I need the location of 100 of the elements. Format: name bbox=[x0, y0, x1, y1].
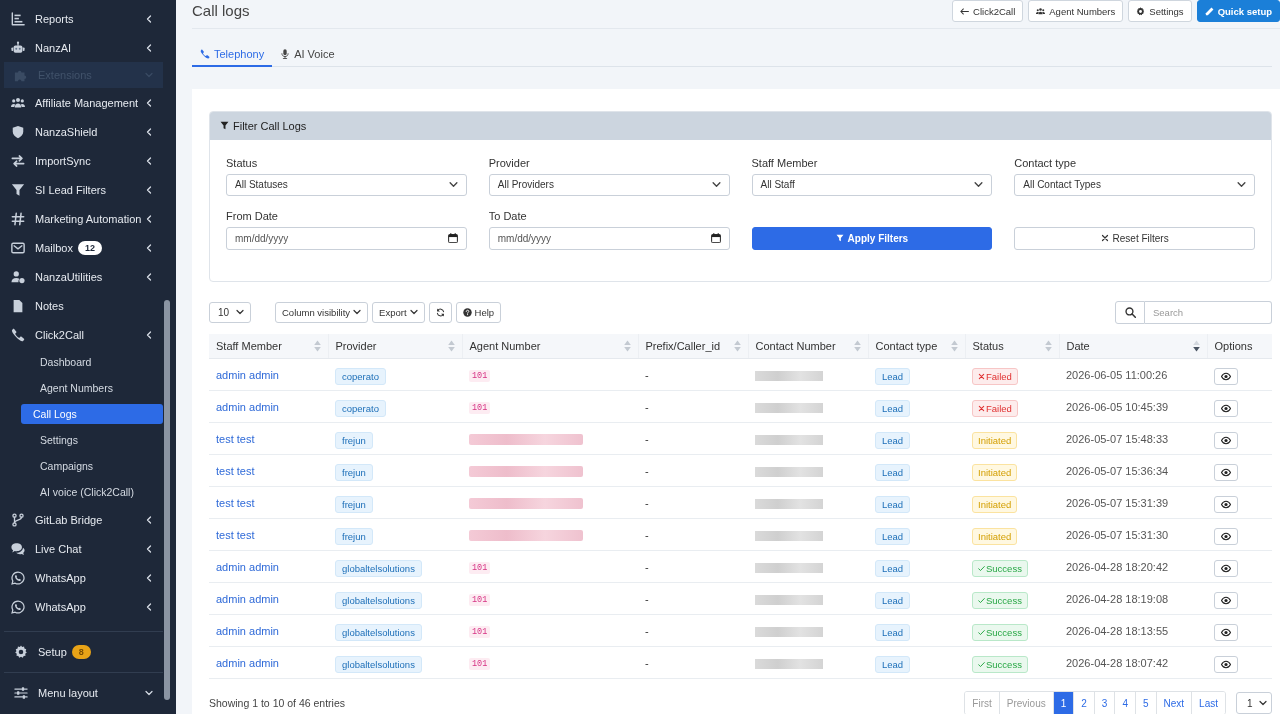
sidebar-item[interactable]: GitLab Bridge bbox=[0, 505, 163, 534]
staff-link[interactable]: admin admin bbox=[216, 400, 279, 413]
tab[interactable]: Telephony bbox=[192, 42, 273, 67]
page-button[interactable]: 1 bbox=[1052, 692, 1074, 714]
column-header[interactable]: Contact Number bbox=[748, 333, 868, 359]
header-button[interactable]: Settings bbox=[1128, 0, 1192, 22]
sidebar-item[interactable]: Notes bbox=[0, 291, 163, 320]
header-button[interactable]: Agent Numbers bbox=[1028, 0, 1124, 22]
select-field[interactable]: All Statuses bbox=[226, 173, 467, 196]
sidebar-item[interactable]: Setup 8 bbox=[0, 632, 163, 672]
table-cell: - bbox=[638, 550, 748, 583]
sidebar-item[interactable]: WhatsApp bbox=[0, 563, 163, 592]
envelope-icon bbox=[11, 240, 25, 255]
help-icon bbox=[462, 307, 472, 317]
sidebar-item[interactable]: NanzaShield bbox=[0, 117, 163, 146]
blurred-text bbox=[755, 562, 823, 573]
submenu-item[interactable]: Campaigns bbox=[0, 453, 163, 479]
back-button[interactable]: Click2Call bbox=[952, 0, 1024, 22]
dropdown-button[interactable]: Export bbox=[372, 301, 425, 323]
column-header[interactable]: Provider bbox=[328, 333, 462, 359]
view-button[interactable] bbox=[1214, 527, 1238, 545]
page-button[interactable]: Last bbox=[1191, 692, 1225, 714]
table-cell: - bbox=[638, 486, 748, 519]
column-header[interactable]: Agent Number bbox=[462, 333, 638, 359]
submenu-item[interactable]: Call Logs bbox=[21, 404, 163, 424]
tab[interactable]: AI Voice bbox=[272, 42, 343, 67]
sidebar-item[interactable]: NanzaUtilities bbox=[0, 262, 163, 291]
staff-link[interactable]: admin admin bbox=[216, 560, 279, 573]
dropdown-button[interactable]: Column visibility bbox=[275, 301, 369, 323]
chevron-down-icon bbox=[236, 308, 244, 316]
view-button[interactable] bbox=[1214, 591, 1238, 609]
chevron-left-icon bbox=[145, 98, 153, 107]
field-label: To Date bbox=[488, 209, 528, 222]
table-cell: - bbox=[638, 646, 748, 679]
search-button[interactable] bbox=[1115, 300, 1145, 324]
sidebar-item[interactable]: Menu layout bbox=[0, 673, 163, 713]
date-field[interactable]: mm/dd/yyyy bbox=[226, 226, 467, 250]
field-label: Provider bbox=[488, 156, 531, 169]
sidebar-item[interactable]: Click2Call bbox=[0, 320, 163, 349]
refresh-button[interactable] bbox=[428, 301, 452, 323]
view-button[interactable] bbox=[1214, 655, 1238, 673]
eye-icon bbox=[1221, 658, 1231, 670]
column-header[interactable]: Prefix/Caller_id bbox=[638, 333, 748, 359]
page-select[interactable]: 1 bbox=[1236, 692, 1272, 714]
chevron-down-icon bbox=[1237, 180, 1246, 189]
column-header[interactable]: Status bbox=[965, 333, 1059, 359]
submenu-item[interactable]: Agent Numbers bbox=[0, 375, 163, 401]
scrollbar-thumb[interactable] bbox=[164, 300, 170, 700]
column-header[interactable]: Contact type bbox=[868, 333, 965, 359]
sidebar-item[interactable]: WhatsApp bbox=[0, 592, 163, 621]
help-button[interactable]: Help bbox=[455, 301, 502, 323]
sidebar-item[interactable]: Marketing Automation bbox=[0, 204, 163, 233]
table-cell: 2026-06-05 11:00:26 bbox=[1059, 358, 1207, 391]
page-length-select[interactable]: 10 bbox=[209, 301, 251, 323]
contact-type-tag: Lead bbox=[875, 495, 911, 513]
submenu-item[interactable]: Settings bbox=[0, 427, 163, 453]
column-header[interactable]: Date bbox=[1059, 333, 1207, 359]
submenu-item[interactable]: AI voice (Click2Call) bbox=[0, 479, 163, 505]
entries-info: Showing 1 to 10 of 46 entries bbox=[209, 697, 346, 709]
blurred-text bbox=[755, 402, 823, 413]
staff-link[interactable]: admin admin bbox=[216, 368, 279, 381]
view-button[interactable] bbox=[1214, 463, 1238, 481]
microphone-icon bbox=[280, 48, 291, 59]
sidebar-item[interactable]: NanzAI bbox=[0, 33, 163, 62]
staff-link[interactable]: test test bbox=[216, 432, 255, 445]
contact-type-tag: Lead bbox=[875, 399, 911, 417]
agent-code: 101 bbox=[469, 401, 491, 414]
chevron-left-icon bbox=[145, 43, 153, 52]
chevron-left-icon bbox=[145, 127, 153, 136]
contact-type-tag: Lead bbox=[875, 463, 911, 481]
select-field[interactable]: All Contact Types bbox=[1014, 173, 1255, 196]
sidebar-item[interactable]: Live Chat bbox=[0, 534, 163, 563]
sidebar-item[interactable]: Reports bbox=[0, 4, 163, 33]
view-button[interactable] bbox=[1214, 559, 1238, 577]
view-button[interactable] bbox=[1214, 495, 1238, 513]
view-button[interactable] bbox=[1214, 399, 1238, 417]
sidebar-item[interactable]: ImportSync bbox=[0, 146, 163, 175]
view-button[interactable] bbox=[1214, 623, 1238, 641]
reset-filters-button[interactable]: Reset Filters bbox=[1014, 226, 1255, 250]
sidebar-item[interactable]: Mailbox 12 bbox=[0, 233, 163, 262]
chevron-left-icon bbox=[145, 573, 153, 582]
view-button[interactable] bbox=[1214, 367, 1238, 385]
select-field[interactable]: All Staff bbox=[751, 173, 993, 196]
sidebar-item[interactable]: Affiliate Management bbox=[0, 88, 163, 117]
staff-link[interactable]: test test bbox=[216, 464, 255, 477]
puzzle-icon bbox=[14, 68, 28, 82]
sidebar-item[interactable]: SI Lead Filters bbox=[0, 175, 163, 204]
staff-link[interactable]: test test bbox=[216, 496, 255, 509]
view-button[interactable] bbox=[1214, 431, 1238, 449]
date-field[interactable]: mm/dd/yyyy bbox=[488, 226, 730, 250]
staff-link[interactable]: admin admin bbox=[216, 592, 279, 605]
select-field[interactable]: All Providers bbox=[488, 173, 730, 196]
staff-link[interactable]: admin admin bbox=[216, 656, 279, 669]
primary-button[interactable]: Quick setup bbox=[1196, 0, 1280, 22]
submenu-item[interactable]: Dashboard bbox=[0, 349, 163, 375]
staff-link[interactable]: admin admin bbox=[216, 624, 279, 637]
staff-link[interactable]: test test bbox=[216, 528, 255, 541]
chevron-left-icon bbox=[145, 515, 153, 524]
apply-filters-button[interactable]: Apply Filters bbox=[751, 226, 993, 250]
column-header[interactable]: Staff Member bbox=[209, 333, 328, 359]
